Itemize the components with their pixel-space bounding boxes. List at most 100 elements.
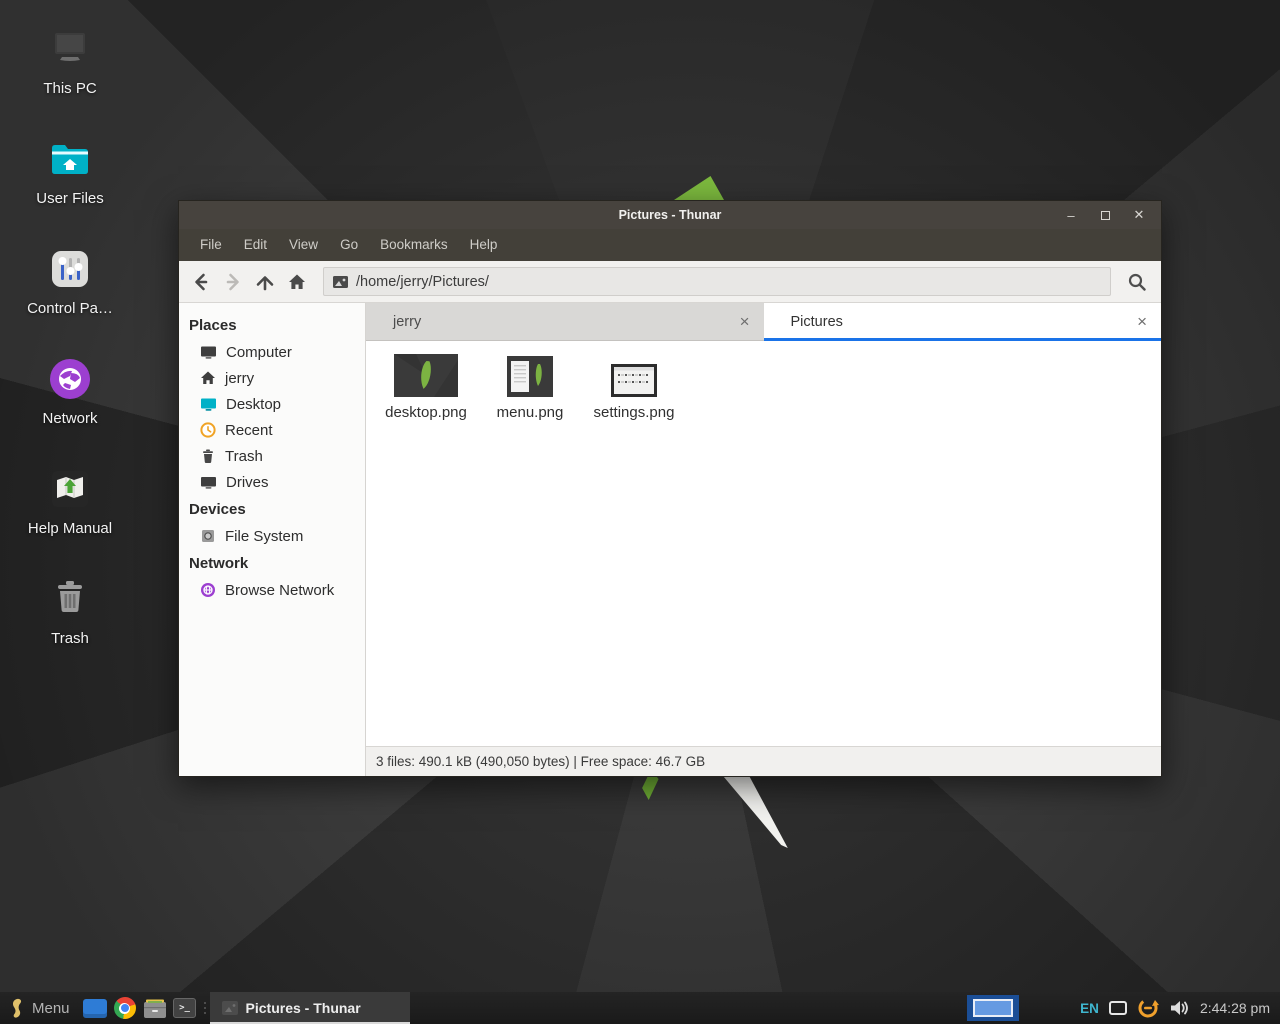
active-workspace <box>973 999 1013 1017</box>
maximize-button[interactable] <box>1095 205 1115 225</box>
minimize-button[interactable]: – <box>1061 205 1081 225</box>
desktop-icon-control-panel[interactable]: Control Pa… <box>10 246 130 317</box>
wallpaper-logo-fragment <box>716 772 790 848</box>
filesystem-drive-icon <box>200 528 216 544</box>
menu-view[interactable]: View <box>278 229 329 261</box>
content-pane: jerry × Pictures × desktop.png <box>366 303 1161 776</box>
sidebar-item-file-system[interactable]: File System <box>179 523 365 549</box>
launcher-terminal[interactable]: >_ <box>170 992 200 1024</box>
sidebar-item-trash[interactable]: Trash <box>179 443 365 469</box>
volume-tray-item[interactable] <box>1169 999 1189 1017</box>
maximize-icon <box>1101 211 1110 220</box>
back-button[interactable] <box>185 267 217 297</box>
launcher-chrome[interactable] <box>110 992 140 1024</box>
tab-jerry[interactable]: jerry × <box>366 303 764 340</box>
workspace-switcher[interactable] <box>967 995 1019 1021</box>
help-manual-icon <box>47 466 93 512</box>
file-list[interactable]: desktop.png menu.png settings.png <box>366 341 1161 746</box>
file-name: menu.png <box>497 404 564 421</box>
file-menu-png[interactable]: menu.png <box>480 351 580 421</box>
trash-icon <box>47 576 93 622</box>
menubar: File Edit View Go Bookmarks Help <box>179 229 1161 261</box>
home-icon <box>287 272 307 292</box>
titlebar[interactable]: Pictures - Thunar – ✕ <box>179 201 1161 229</box>
taskbar-tray: EN 2:44:28 pm <box>967 992 1280 1024</box>
menu-screenshot-thumbnail <box>507 351 553 397</box>
close-button[interactable]: ✕ <box>1129 205 1149 225</box>
menu-file[interactable]: File <box>189 229 233 261</box>
network-globe-icon <box>47 356 93 402</box>
menu-edit[interactable]: Edit <box>233 229 278 261</box>
menu-help[interactable]: Help <box>459 229 509 261</box>
sidebar-item-label: jerry <box>225 370 254 387</box>
file-cabinet-icon <box>143 998 167 1019</box>
taskbar-window-button[interactable]: Pictures - Thunar <box>210 992 410 1024</box>
desktop-icon-label: This PC <box>10 80 130 97</box>
computer-icon <box>47 26 93 72</box>
up-button[interactable] <box>249 267 281 297</box>
desktop-icon-label: Network <box>10 410 130 427</box>
tab-label: Pictures <box>791 314 843 330</box>
path-bar[interactable]: /home/jerry/Pictures/ <box>323 267 1111 296</box>
sidebar-item-drives[interactable]: Drives <box>179 469 365 495</box>
update-refresh-icon <box>1137 997 1159 1019</box>
file-desktop-png[interactable]: desktop.png <box>376 351 476 421</box>
desktop-icon-this-pc[interactable]: This PC <box>10 26 130 97</box>
trash-icon <box>200 448 216 464</box>
sidebar-item-computer[interactable]: Computer <box>179 339 365 365</box>
settings-screenshot-thumbnail <box>611 351 657 397</box>
desktop: This PC User Files Control Pa… Network H… <box>0 0 1280 1024</box>
keyboard-layout-indicator[interactable]: EN <box>1080 1001 1099 1016</box>
menu-button[interactable]: Menu <box>0 992 80 1024</box>
sidebar-item-desktop[interactable]: Desktop <box>179 391 365 417</box>
tab-label: jerry <box>393 314 421 330</box>
status-text: 3 files: 490.1 kB (490,050 bytes) | Free… <box>376 754 705 769</box>
desktop-icon-trash[interactable]: Trash <box>10 576 130 647</box>
tab-bar: jerry × Pictures × <box>366 303 1161 341</box>
image-file-icon <box>333 276 348 288</box>
file-settings-png[interactable]: settings.png <box>584 351 684 421</box>
desktop-icon-help-manual[interactable]: Help Manual <box>10 466 130 537</box>
path-text: /home/jerry/Pictures/ <box>356 274 489 290</box>
taskbar: Menu >_ Pictures - Thunar EN <box>0 992 1280 1024</box>
desktop-icon-network[interactable]: Network <box>10 356 130 427</box>
menu-bookmarks[interactable]: Bookmarks <box>369 229 459 261</box>
control-panel-icon <box>47 246 93 292</box>
launcher-files[interactable] <box>80 992 110 1024</box>
taskbar-window-button-label: Pictures - Thunar <box>246 1000 361 1016</box>
sidebar-item-label: File System <box>225 528 303 545</box>
chrome-browser-icon <box>114 997 136 1019</box>
sidebar-item-browse-network[interactable]: Browse Network <box>179 577 365 603</box>
sidebar-item-label: Recent <box>225 422 273 439</box>
desktop-icon-label: User Files <box>10 190 130 207</box>
window-image-icon <box>222 1001 238 1015</box>
panel-separator-handle[interactable] <box>200 992 210 1024</box>
sidebar-item-label: Trash <box>225 448 263 465</box>
clock[interactable]: 2:44:28 pm <box>1200 1000 1270 1016</box>
desktop-screenshot-thumbnail <box>394 351 458 397</box>
sidebar-section-devices: Devices <box>179 495 365 523</box>
sidebar-item-label: Computer <box>226 344 292 361</box>
up-arrow-icon <box>255 272 275 292</box>
tab-pictures[interactable]: Pictures × <box>764 303 1162 340</box>
display-tray-item[interactable] <box>1109 1001 1127 1015</box>
search-button[interactable] <box>1119 267 1155 297</box>
home-button[interactable] <box>281 267 313 297</box>
forward-arrow-icon <box>223 272 243 292</box>
search-icon <box>1127 272 1147 292</box>
tab-close-icon[interactable]: × <box>1137 313 1147 330</box>
sidebar-item-recent[interactable]: Recent <box>179 417 365 443</box>
file-name: settings.png <box>594 404 675 421</box>
user-files-folder-icon <box>47 136 93 182</box>
desktop-icon-user-files[interactable]: User Files <box>10 136 130 207</box>
tab-close-icon[interactable]: × <box>740 313 750 330</box>
menu-button-label: Menu <box>32 1000 70 1017</box>
sidebar-item-jerry-home[interactable]: jerry <box>179 365 365 391</box>
status-bar: 3 files: 490.1 kB (490,050 bytes) | Free… <box>366 746 1161 776</box>
update-manager-tray-item[interactable] <box>1137 997 1159 1019</box>
launcher-file-manager[interactable] <box>140 992 170 1024</box>
file-name: desktop.png <box>385 404 467 421</box>
menu-go[interactable]: Go <box>329 229 369 261</box>
sidebar-item-label: Drives <box>226 474 269 491</box>
forward-button[interactable] <box>217 267 249 297</box>
